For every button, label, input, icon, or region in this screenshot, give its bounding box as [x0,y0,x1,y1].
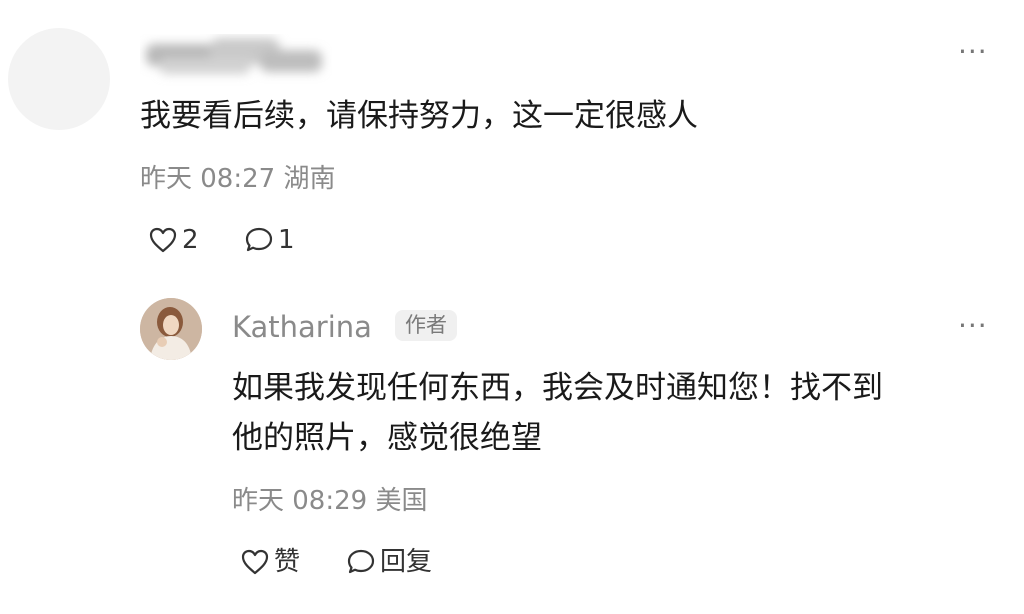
comment-more-button[interactable]: ··· [958,38,988,66]
commenter-avatar[interactable] [8,28,110,130]
like-label: 赞 [274,547,301,577]
reply-meta: 昨天 08:29 美国 [232,488,427,514]
reply-like-button[interactable]: 赞 [240,548,300,576]
comment-time: 昨天 08:27 [140,164,276,194]
commenter-name-redacted [146,38,322,74]
comment-reply-button[interactable]: 1 [244,226,295,254]
reply-count: 1 [278,225,295,255]
more-horizontal-icon: ··· [958,309,988,342]
reply-reply-button[interactable]: 回复 [346,548,432,576]
reply-author-name[interactable]: Katharina [232,313,372,342]
reply-more-button[interactable]: ··· [958,312,988,340]
heart-icon [240,548,270,576]
reply-text-line-2: 他的照片，感觉很绝望 [232,420,542,456]
reply-location: 美国 [375,486,428,516]
reply-time: 昨天 08:29 [232,486,368,516]
speech-bubble-icon [346,548,376,576]
speech-bubble-icon [244,226,274,254]
comment-meta: 昨天 08:27 湖南 [140,166,335,192]
reply-author-avatar[interactable] [140,298,202,360]
author-badge: 作者 [395,310,457,341]
reply-text-line-1: 如果我发现任何东西，我会及时通知您！找不到 [232,370,883,406]
comment-location: 湖南 [283,164,336,194]
more-horizontal-icon: ··· [958,35,988,68]
reply-label: 回复 [380,547,433,577]
like-count: 2 [182,225,199,255]
comment-text: 我要看后续，请保持努力，这一定很感人 [140,98,698,134]
heart-icon [148,226,178,254]
comment-like-button[interactable]: 2 [148,226,199,254]
